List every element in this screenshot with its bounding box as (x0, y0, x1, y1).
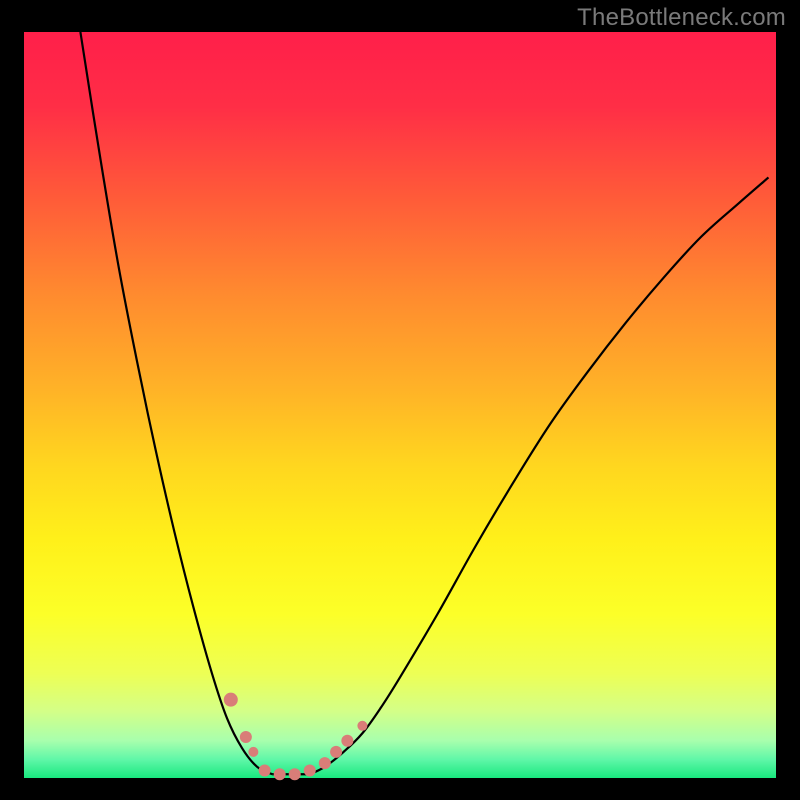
data-marker (274, 768, 286, 780)
data-marker (330, 746, 342, 758)
data-marker (319, 757, 331, 769)
data-marker (240, 731, 252, 743)
data-marker (259, 765, 271, 777)
data-marker (224, 693, 238, 707)
chart-gradient-background (24, 32, 776, 778)
data-marker (341, 735, 353, 747)
watermark-text: TheBottleneck.com (577, 4, 786, 32)
data-marker (304, 765, 316, 777)
data-marker (289, 768, 301, 780)
data-marker (357, 721, 367, 731)
bottleneck-chart (0, 0, 800, 800)
data-marker (248, 747, 258, 757)
